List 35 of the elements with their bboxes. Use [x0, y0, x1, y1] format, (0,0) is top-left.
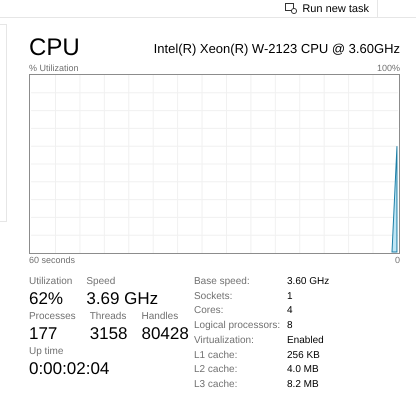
axis-label: % Utilization: [29, 62, 79, 74]
detail-value: Enabled: [287, 334, 325, 348]
time-span-label: 60 seconds: [29, 254, 76, 266]
detail-label: Virtualization:: [194, 334, 255, 348]
stat-label: Utilization: [29, 275, 72, 289]
stat-label: Processes: [29, 310, 76, 324]
detail-label: Sockets:: [194, 290, 234, 304]
detail-label: L1 cache:: [194, 348, 238, 363]
cpu-title: CPU: [29, 34, 80, 62]
axis-min-label: 0: [394, 254, 400, 266]
processor-model: Intel(R) Xeon(R) W-2123 CPU @ 3.60GHz: [154, 40, 400, 58]
detail-label: Logical processors:: [194, 319, 282, 334]
stat-label: Handles: [142, 310, 180, 324]
stat-value: 80428: [142, 324, 189, 344]
stat-label: Up time: [29, 345, 64, 359]
stat-label: Threads: [90, 310, 128, 324]
detail-value: 256 KB: [287, 348, 321, 363]
stat-label: Speed: [86, 275, 116, 289]
stat-value: 177: [29, 324, 58, 344]
detail-value: 4.0 MB: [287, 363, 320, 378]
detail-value: 1: [287, 290, 294, 304]
stat-value: 0:00:02:04: [29, 359, 110, 379]
detail-label: Cores:: [194, 304, 224, 318]
stat-value: 62%: [29, 289, 64, 309]
detail-value: 8: [287, 319, 294, 334]
stat-value: 3158: [90, 324, 128, 344]
axis-max-label: 100%: [376, 62, 400, 74]
detail-value: 4: [287, 304, 294, 318]
stat-value: 3.69 GHz: [86, 289, 158, 309]
detail-value: 3.60 GHz: [287, 275, 330, 289]
detail-value: 8.2 MB: [287, 378, 320, 392]
detail-label: L3 cache:: [194, 378, 238, 392]
detail-label: L2 cache:: [194, 363, 238, 378]
run-new-task-button[interactable]: Run new task: [277, 0, 378, 17]
detail-label: Base speed:: [194, 275, 251, 289]
